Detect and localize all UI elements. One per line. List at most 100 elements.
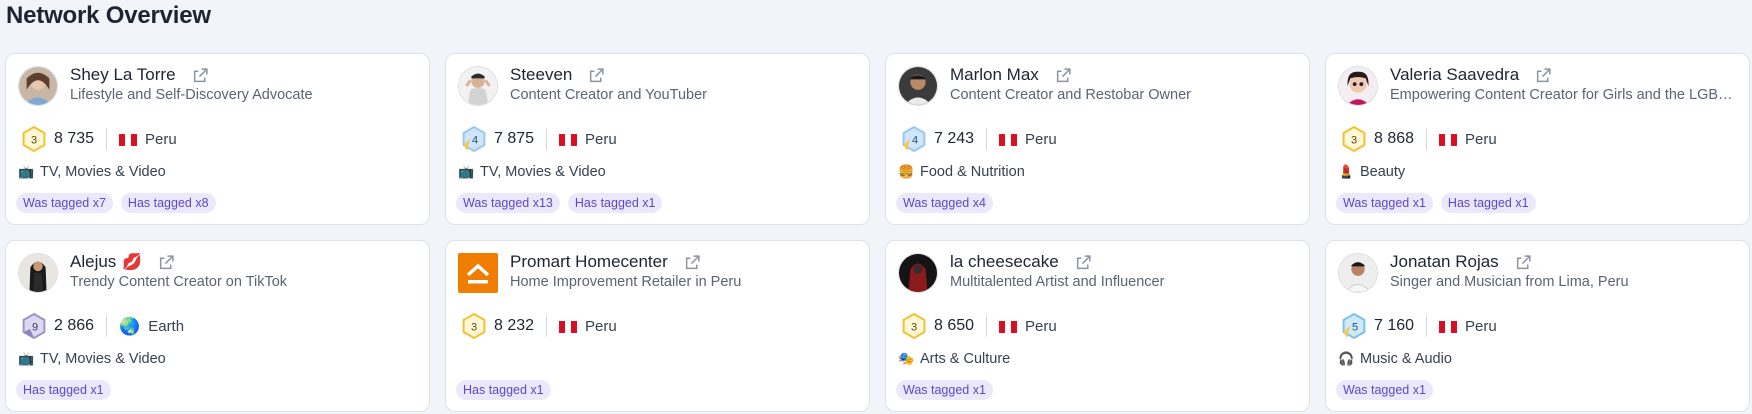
promart-logo[interactable] <box>458 253 498 293</box>
page-title: Network Overview <box>6 2 211 29</box>
profile-name[interactable]: Jonatan Rojas <box>1390 252 1499 272</box>
score: 2 866 <box>54 317 95 334</box>
profile-grid: Shey La Torre Lifestyle and Self-Discove… <box>5 53 1750 412</box>
tag-badge[interactable]: Was tagged x13 <box>456 193 560 213</box>
level-badge: 4 <box>460 125 488 153</box>
score: 7 243 <box>934 130 975 147</box>
peru-flag-icon <box>999 320 1018 333</box>
category-label: TV, Movies & Video <box>40 164 166 180</box>
category: 🎭 Arts & Culture <box>898 351 1010 367</box>
tv-icon: 📺 <box>458 164 475 179</box>
profile-name[interactable]: Marlon Max <box>950 65 1039 85</box>
tag-badge[interactable]: Has tagged x8 <box>120 193 216 213</box>
profile-card[interactable]: la cheesecake Multitalented Artist and I… <box>885 240 1310 412</box>
category-label: Food & Nutrition <box>920 164 1025 180</box>
category: 📺 TV, Movies & Video <box>18 351 166 367</box>
level-badge: 3 <box>20 125 48 153</box>
profile-card[interactable]: Jonatan Rojas Singer and Musician from L… <box>1325 240 1750 412</box>
tag-badge[interactable]: Has tagged x1 <box>567 193 663 213</box>
category: 🍔 Food & Nutrition <box>898 164 1025 180</box>
profile-card[interactable]: Marlon Max Content Creator and Restobar … <box>885 53 1310 225</box>
tag-badge[interactable]: Has tagged x1 <box>456 380 551 400</box>
profile-bio: Trendy Content Creator on TikTok <box>70 274 288 290</box>
level-number: 3 <box>1351 135 1357 147</box>
level-badge: 9 <box>20 312 48 340</box>
peru-flag-icon <box>1439 133 1458 146</box>
profile-name[interactable]: Shey La Torre <box>70 65 176 85</box>
profile-name[interactable]: Steeven <box>510 65 572 85</box>
level-badge: 5 <box>1340 312 1368 340</box>
peru-flag-icon <box>559 320 578 333</box>
peru-flag-icon <box>999 133 1018 146</box>
tag-badge[interactable]: Was tagged x4 <box>896 193 993 213</box>
category: 📺 TV, Movies & Video <box>458 164 606 180</box>
country: Peru <box>145 130 177 148</box>
tag-badge[interactable]: Was tagged x1 <box>1336 380 1433 400</box>
level-number: 4 <box>912 135 918 147</box>
avatar[interactable] <box>1338 66 1378 106</box>
score: 8 735 <box>54 130 95 147</box>
profile-card[interactable]: Alejus 💋 Trendy Content Creator on TikTo… <box>5 240 430 412</box>
profile-name[interactable]: Alejus <box>70 252 116 272</box>
external-link-icon[interactable] <box>158 254 175 271</box>
avatar[interactable] <box>898 253 938 293</box>
globe-icon: 🌏 <box>119 316 141 336</box>
level-number: 3 <box>911 322 917 334</box>
score: 7 160 <box>1374 317 1415 334</box>
country: Peru <box>585 130 617 148</box>
external-link-icon[interactable] <box>192 67 209 84</box>
kiss-mark-icon: 💋 <box>122 254 143 271</box>
avatar[interactable] <box>458 66 498 106</box>
level-badge: 3 <box>1340 125 1368 153</box>
level-number: 3 <box>31 135 37 147</box>
external-link-icon[interactable] <box>1535 67 1552 84</box>
category-label: Arts & Culture <box>920 351 1011 367</box>
country: Earth <box>148 317 185 335</box>
score: 8 650 <box>934 317 975 334</box>
tag-badge[interactable]: Was tagged x1 <box>1336 193 1433 213</box>
tag-badge[interactable]: Has tagged x1 <box>16 380 111 400</box>
peru-flag-icon <box>1439 320 1458 333</box>
divider <box>106 315 108 337</box>
tv-icon: 📺 <box>18 351 35 366</box>
tag-badge[interactable]: Was tagged x1 <box>896 380 993 400</box>
divider <box>546 315 548 337</box>
peru-flag-icon <box>559 133 578 146</box>
category: 💄 Beauty <box>1338 164 1405 180</box>
level-badge: 3 <box>900 312 928 340</box>
score: 8 868 <box>1374 130 1415 147</box>
profile-name[interactable]: Promart Homecenter <box>510 252 668 272</box>
profile-name[interactable]: la cheesecake <box>950 252 1059 272</box>
profile-card[interactable]: Valeria Saavedra Empowering Content Crea… <box>1325 53 1750 225</box>
category-label: Beauty <box>1360 164 1406 180</box>
level-badge: 4 <box>900 125 928 153</box>
external-link-icon[interactable] <box>684 254 701 271</box>
profile-card[interactable]: Promart Homecenter Home Improvement Reta… <box>445 240 870 412</box>
profile-bio: Content Creator and Restobar Owner <box>950 87 1191 103</box>
external-link-icon[interactable] <box>1515 254 1532 271</box>
external-link-icon[interactable] <box>588 67 605 84</box>
profile-bio: Content Creator and YouTuber <box>510 87 707 103</box>
profile-name[interactable]: Valeria Saavedra <box>1390 65 1519 85</box>
tag-badge[interactable]: Has tagged x1 <box>1440 193 1536 213</box>
avatar[interactable] <box>18 66 58 106</box>
category-label: Music & Audio <box>1360 351 1452 367</box>
divider <box>1426 128 1428 150</box>
profile-card[interactable]: Shey La Torre Lifestyle and Self-Discove… <box>5 53 430 225</box>
divider <box>1426 315 1428 337</box>
divider <box>546 128 548 150</box>
avatar[interactable] <box>18 253 58 293</box>
avatar[interactable] <box>898 66 938 106</box>
tag-badge[interactable]: Was tagged x7 <box>16 193 113 213</box>
external-link-icon[interactable] <box>1055 67 1072 84</box>
score: 7 875 <box>494 130 535 147</box>
country: Peru <box>1465 317 1497 335</box>
level-number: 3 <box>471 322 477 334</box>
external-link-icon[interactable] <box>1075 254 1092 271</box>
burger-icon: 🍔 <box>898 164 915 179</box>
peru-flag-icon <box>119 133 138 146</box>
avatar[interactable] <box>1338 253 1378 293</box>
profile-bio: Home Improvement Retailer in Peru <box>510 274 742 290</box>
profile-card[interactable]: Steeven Content Creator and YouTuber 4 7… <box>445 53 870 225</box>
country: Peru <box>1025 317 1057 335</box>
